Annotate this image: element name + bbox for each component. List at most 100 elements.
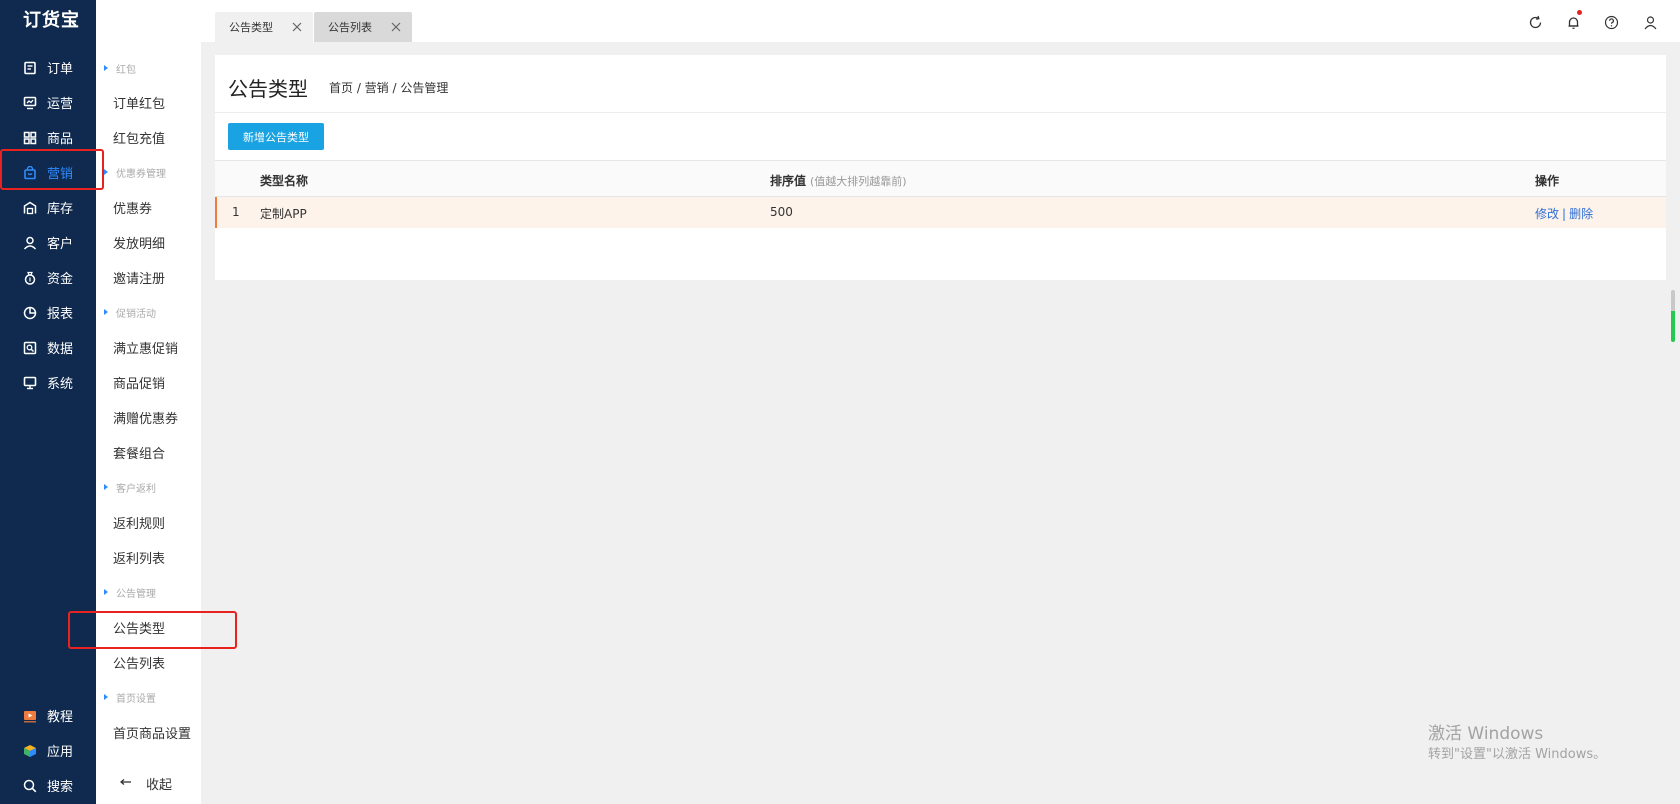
sub-group-notice: 公告管理	[96, 578, 201, 606]
sub-group-rebate: 客户返利	[96, 473, 201, 501]
order-icon	[22, 60, 38, 76]
caret-right-icon	[104, 589, 108, 595]
nav-item-operation[interactable]: 运营	[0, 85, 96, 120]
collapse-button[interactable]: 收起	[96, 762, 201, 804]
nav-label: 教程	[47, 710, 74, 725]
nav-label: 数据	[47, 342, 74, 357]
sub-item-hongbao-recharge[interactable]: 红包充值	[96, 120, 201, 155]
moneybag-icon	[22, 270, 38, 286]
activation-watermark-subtitle: 转到"设置"以激活 Windows。	[1428, 747, 1607, 762]
close-icon[interactable]	[291, 21, 303, 33]
add-notice-type-button[interactable]: 新增公告类型	[228, 123, 324, 150]
header-sort-value: 排序值 (值越大排列越靠前)	[770, 174, 907, 188]
sub-group-promo: 促销活动	[96, 298, 201, 326]
caret-right-icon	[104, 694, 108, 700]
monitor-icon	[22, 375, 38, 391]
nav-item-order[interactable]: 订单	[0, 50, 96, 85]
header-type-name: 类型名称	[260, 174, 309, 188]
nav-label: 应用	[47, 745, 74, 760]
sub-item-product-promo[interactable]: 商品促销	[96, 365, 201, 400]
delete-link[interactable]: 删除	[1569, 207, 1593, 221]
sub-item-bundle[interactable]: 套餐组合	[96, 435, 201, 470]
sub-nav: 红包 订单红包 红包充值 优惠券管理 优惠券 发放明细 邀请注册 促销活动 满立…	[96, 42, 201, 804]
nav-label: 客户	[47, 237, 74, 252]
content-panel: 公告类型 首页 / 营销 / 公告管理 新增公告类型 类型名称 排序值 (值越大排…	[215, 55, 1666, 280]
nav-item-system[interactable]: 系统	[0, 365, 96, 400]
nav-item-data[interactable]: 数据	[0, 330, 96, 365]
nav-label: 搜索	[47, 780, 74, 795]
action-separator: |	[1562, 207, 1567, 221]
bell-icon[interactable]	[1564, 10, 1582, 31]
sub-item-notice-type[interactable]: 公告类型	[96, 610, 201, 645]
pie-icon	[22, 305, 38, 321]
table-row[interactable]: 1 定制APP 500 修改 | 删除	[215, 197, 1666, 228]
header-sort-hint: (值越大排列越靠前)	[810, 175, 907, 188]
divider	[215, 112, 1666, 113]
sub-item-gift-coupon[interactable]: 满赠优惠券	[96, 400, 201, 435]
nav-item-funds[interactable]: 资金	[0, 260, 96, 295]
row-type-name: 定制APP	[260, 207, 307, 221]
bag-icon	[22, 165, 38, 181]
search-icon	[22, 778, 38, 794]
main-nav: 订货宝 订单 运营 商品 营销 库存 客户 资金 报表 数据 系统 教程 应用 …	[0, 0, 96, 804]
nav-label: 报表	[47, 307, 74, 322]
caret-right-icon	[104, 484, 108, 490]
sub-item-rebate-rules[interactable]: 返利规则	[96, 505, 201, 540]
nav-label: 订单	[47, 62, 74, 77]
nav-label: 商品	[47, 132, 74, 147]
video-icon	[22, 708, 38, 724]
table-header: 类型名称 排序值 (值越大排列越靠前) 操作	[215, 160, 1666, 197]
nav-label: 营销	[47, 167, 74, 182]
arrow-left-icon	[119, 776, 132, 791]
nav-item-product[interactable]: 商品	[0, 120, 96, 155]
caret-right-icon	[104, 169, 108, 175]
page-title: 公告类型	[228, 77, 308, 101]
sub-group-hongbao: 红包	[96, 54, 201, 82]
app-logo: 订货宝	[23, 10, 80, 31]
sub-item-instant-promo[interactable]: 满立惠促销	[96, 330, 201, 365]
nav-item-apps[interactable]: 应用	[0, 733, 96, 768]
user-icon[interactable]	[1641, 13, 1659, 31]
notification-dot	[1577, 10, 1582, 15]
warehouse-icon	[22, 200, 38, 216]
operation-icon	[22, 95, 38, 111]
close-icon[interactable]	[390, 21, 402, 33]
nav-item-search[interactable]: 搜索	[0, 768, 96, 803]
nav-item-marketing[interactable]: 营销	[0, 155, 96, 190]
row-sort-value: 500	[770, 205, 793, 219]
sub-item-coupon[interactable]: 优惠券	[96, 190, 201, 225]
nav-label: 资金	[47, 272, 74, 287]
sub-item-notice-list[interactable]: 公告列表	[96, 645, 201, 680]
sub-group-coupon-mgmt: 优惠券管理	[96, 158, 201, 186]
nav-label: 库存	[47, 202, 74, 217]
cube-icon	[22, 743, 38, 759]
sub-item-rebate-list[interactable]: 返利列表	[96, 540, 201, 575]
activation-watermark-title: 激活 Windows	[1428, 724, 1544, 744]
edit-link[interactable]: 修改	[1535, 207, 1559, 221]
nav-label: 系统	[47, 377, 74, 392]
top-bar: 公告类型 公告列表	[96, 0, 1680, 42]
sub-group-home: 首页设置	[96, 683, 201, 711]
user-icon	[22, 235, 38, 251]
sub-item-issue-detail[interactable]: 发放明细	[96, 225, 201, 260]
nav-item-inventory[interactable]: 库存	[0, 190, 96, 225]
nav-item-customer[interactable]: 客户	[0, 225, 96, 260]
grid-icon	[22, 130, 38, 146]
refresh-icon[interactable]	[1526, 13, 1544, 31]
sub-item-home-product[interactable]: 首页商品设置	[96, 715, 201, 750]
nav-label: 运营	[47, 97, 74, 112]
caret-right-icon	[104, 309, 108, 315]
data-icon	[22, 340, 38, 356]
tab-notice-list[interactable]: 公告列表	[314, 12, 412, 42]
row-index: 1	[232, 205, 240, 219]
scroll-indicator[interactable]	[1671, 290, 1675, 342]
nav-item-report[interactable]: 报表	[0, 295, 96, 330]
tab-notice-type[interactable]: 公告类型	[215, 12, 313, 42]
breadcrumb: 首页 / 营销 / 公告管理	[329, 81, 449, 95]
row-actions: 修改 | 删除	[1535, 205, 1593, 222]
sub-item-order-hongbao[interactable]: 订单红包	[96, 85, 201, 120]
help-icon[interactable]	[1602, 13, 1620, 31]
nav-item-tutorial[interactable]: 教程	[0, 698, 96, 733]
sub-item-invite-register[interactable]: 邀请注册	[96, 260, 201, 295]
header-operations: 操作	[1535, 174, 1560, 188]
